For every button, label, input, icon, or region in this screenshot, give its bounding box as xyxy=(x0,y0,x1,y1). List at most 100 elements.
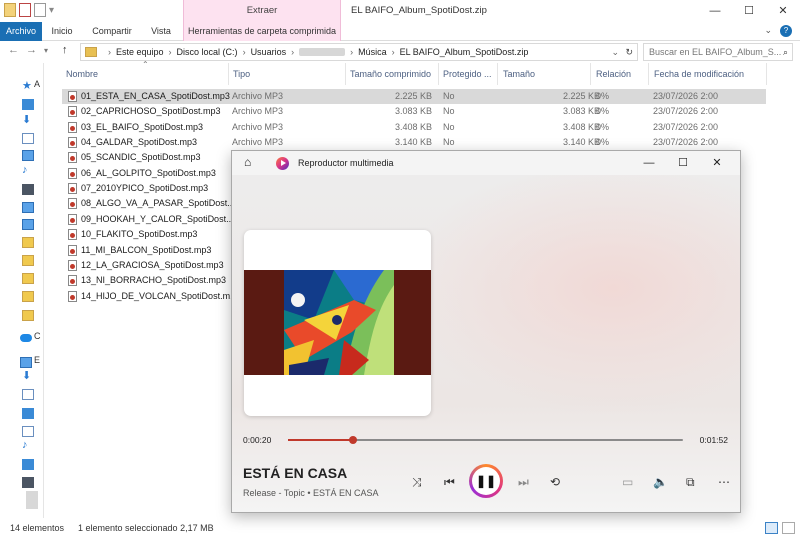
column-header-nombre[interactable]: Nombre xyxy=(66,63,98,85)
recent-locations-icon[interactable]: ▾ xyxy=(44,46,48,55)
file-row[interactable]: 04_GALDAR_SpotiDost.mp3 Archivo MP3 3.140 … xyxy=(62,135,766,150)
documents-icon[interactable] xyxy=(22,133,34,144)
chevron-right-icon[interactable]: › xyxy=(291,47,294,57)
maximize-icon[interactable]: ☐ xyxy=(732,0,766,22)
folder-icon[interactable] xyxy=(4,3,16,17)
folder-icon[interactable] xyxy=(22,291,34,302)
search-input[interactable]: Buscar en EL BAIFO_Album_S... ⌕ xyxy=(643,43,793,61)
minimize-icon[interactable]: — xyxy=(632,151,666,175)
downloads-icon[interactable]: ⬇ xyxy=(22,113,31,126)
pictures-icon[interactable] xyxy=(22,150,34,161)
chevron-right-icon[interactable]: › xyxy=(392,47,395,57)
help-icon[interactable]: ? xyxy=(780,25,792,37)
album-cover-art xyxy=(244,270,431,375)
chevron-right-icon[interactable]: › xyxy=(243,47,246,57)
file-row[interactable]: 01_ESTA_EN_CASA_SpotiDost.mp3 Archivo MP3… xyxy=(62,89,766,104)
quick-access-star-icon[interactable]: ★ xyxy=(22,79,32,92)
folder-icon[interactable] xyxy=(22,255,34,266)
close-icon[interactable]: ✕ xyxy=(700,151,734,175)
up-arrow-icon[interactable]: ↑ xyxy=(62,44,68,56)
player-titlebar: ⌂ Reproductor multimedia — ☐ ✕ xyxy=(232,151,740,175)
customize-toolbar-icon[interactable]: ▾ xyxy=(49,5,54,16)
column-separator[interactable] xyxy=(228,63,229,85)
column-separator[interactable] xyxy=(438,63,439,85)
chevron-right-icon[interactable]: › xyxy=(350,47,353,57)
monitor-icon[interactable] xyxy=(22,219,34,230)
folder-icon[interactable] xyxy=(22,310,34,321)
column-separator[interactable] xyxy=(766,63,767,85)
desktop-icon[interactable] xyxy=(22,408,34,419)
seek-bar-thumb[interactable] xyxy=(349,436,358,444)
captions-icon[interactable]: ▭ xyxy=(622,475,633,489)
address-dropdown-icon[interactable]: ⌄ xyxy=(611,47,619,58)
column-header-relacion[interactable]: Relación xyxy=(596,63,631,85)
chevron-right-icon[interactable]: › xyxy=(169,47,172,57)
more-options-icon[interactable]: ⋯ xyxy=(718,475,730,489)
forward-arrow-icon[interactable]: → xyxy=(26,44,37,56)
pause-button[interactable]: ❚❚ xyxy=(469,464,503,498)
column-header-protegido[interactable]: Protegido ... xyxy=(443,63,492,85)
music-icon[interactable]: ♪ xyxy=(22,164,28,176)
next-track-icon[interactable]: ⏭ xyxy=(518,475,529,490)
extract-context-tab[interactable]: Extraer xyxy=(183,0,341,22)
file-row[interactable]: 03_EL_BAIFO_SpotiDost.mp3 Archivo MP3 3.40… xyxy=(62,120,766,135)
column-header-fecha-modificacion[interactable]: Fecha de modificación xyxy=(654,63,744,85)
column-header-tamano-comprimido[interactable]: Tamaño comprimido xyxy=(350,63,431,85)
tab-inicio[interactable]: Inicio xyxy=(46,22,78,41)
breadcrumb-disco-local[interactable]: Disco local (C:) xyxy=(177,47,238,57)
breadcrumb-zip[interactable]: EL BAIFO_Album_SpotiDost.zip xyxy=(400,47,529,57)
column-header-tipo[interactable]: Tipo xyxy=(233,63,250,85)
column-separator[interactable] xyxy=(648,63,649,85)
column-separator[interactable] xyxy=(497,63,498,85)
breadcrumb-usuarios[interactable]: Usuarios xyxy=(251,47,287,57)
file-row[interactable]: 02_CAPRICHOSO_SpotiDost.mp3 Archivo MP3 3.… xyxy=(62,104,766,119)
breadcrumb-este-equipo[interactable]: Este equipo xyxy=(116,47,164,57)
nav-label-a[interactable]: A xyxy=(34,79,40,89)
tab-archivo[interactable]: Archivo xyxy=(0,22,42,41)
properties-icon[interactable] xyxy=(19,3,31,17)
new-folder-icon[interactable] xyxy=(34,3,46,17)
documents-icon[interactable] xyxy=(22,389,34,400)
seek-bar[interactable] xyxy=(288,436,683,444)
home-icon[interactable]: ⌂ xyxy=(244,155,251,169)
nav-label-c[interactable]: C xyxy=(34,331,41,341)
minimize-icon[interactable]: — xyxy=(698,0,732,22)
column-header-tamano[interactable]: Tamaño xyxy=(503,63,535,85)
search-icon[interactable]: ⌕ xyxy=(783,44,788,60)
column-separator[interactable] xyxy=(345,63,346,85)
desktop-icon[interactable] xyxy=(22,99,34,110)
nav-scrollbar-thumb[interactable] xyxy=(26,491,38,509)
videos-icon[interactable] xyxy=(22,184,34,195)
this-pc-icon[interactable] xyxy=(20,357,32,368)
nav-label-e[interactable]: E xyxy=(34,355,40,365)
refresh-icon[interactable]: ↻ xyxy=(625,47,633,58)
folder-icon[interactable] xyxy=(22,237,34,248)
tab-herramientas-carpeta-comprimida[interactable]: Herramientas de carpeta comprimida xyxy=(183,22,341,41)
column-separator[interactable] xyxy=(590,63,591,85)
downloads-icon[interactable]: ⬇ xyxy=(22,369,31,382)
tab-compartir[interactable]: Compartir xyxy=(86,22,138,41)
tab-vista[interactable]: Vista xyxy=(144,22,178,41)
pictures-icon[interactable] xyxy=(22,426,34,437)
volume-icon[interactable]: 🔈 xyxy=(653,475,668,489)
folder-icon[interactable] xyxy=(22,273,34,284)
expand-ribbon-icon[interactable]: ⌄ xyxy=(764,25,772,37)
onedrive-icon[interactable] xyxy=(20,334,32,342)
repeat-icon[interactable]: ⟲ xyxy=(550,475,560,489)
previous-track-icon[interactable]: ⏮ xyxy=(444,475,455,490)
details-view-icon[interactable] xyxy=(765,522,778,534)
close-icon[interactable]: ✕ xyxy=(766,0,800,22)
3d-objects-icon[interactable] xyxy=(22,459,34,470)
music-icon[interactable]: ♪ xyxy=(22,439,28,451)
address-field[interactable]: › Este equipo › Disco local (C:) › Usuar… xyxy=(80,43,638,61)
redacted-username[interactable] xyxy=(299,48,346,56)
large-icons-view-icon[interactable] xyxy=(782,522,795,534)
breadcrumb-musica[interactable]: Música xyxy=(358,47,387,57)
shuffle-icon[interactable]: ⤨ xyxy=(412,475,422,490)
pc-icon[interactable] xyxy=(22,202,34,213)
miniplayer-icon[interactable]: ⧉ xyxy=(686,475,695,490)
videos-icon[interactable] xyxy=(22,477,34,488)
chevron-right-icon[interactable]: › xyxy=(108,47,111,57)
back-arrow-icon[interactable]: ← xyxy=(8,44,19,56)
maximize-icon[interactable]: ☐ xyxy=(666,151,700,175)
